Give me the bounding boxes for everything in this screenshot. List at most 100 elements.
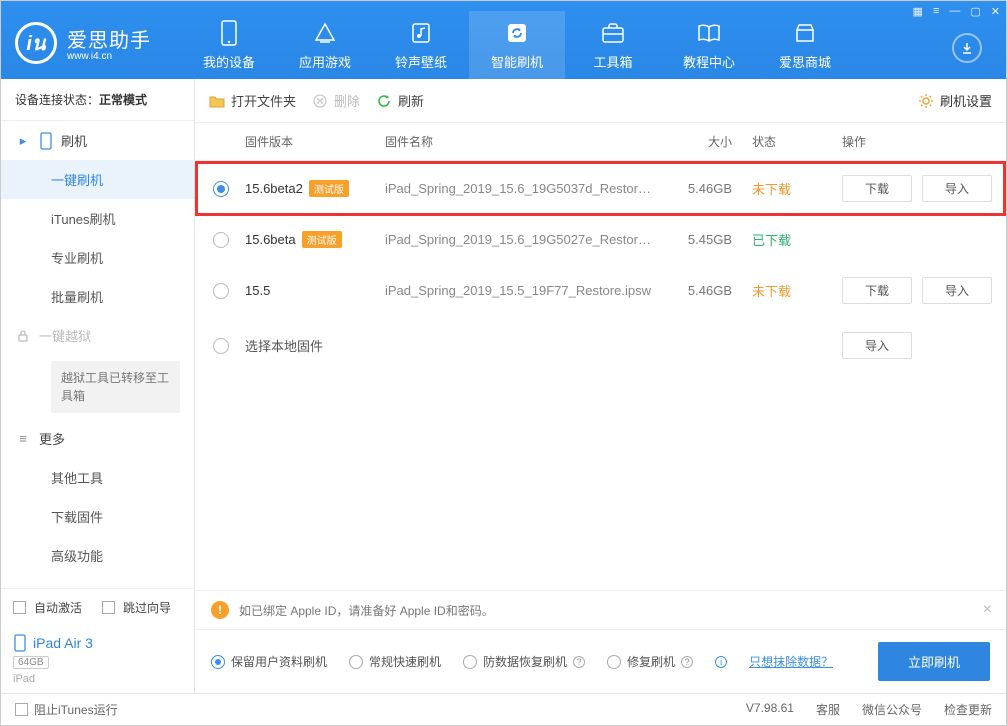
download-icon <box>960 41 974 55</box>
win-minimize-icon[interactable]: — <box>949 5 960 18</box>
sidebar-item-pro[interactable]: 专业刷机 <box>1 238 194 277</box>
sidebar-group-more[interactable]: ≡ 更多 <box>1 419 194 458</box>
toolbox-icon <box>600 20 626 46</box>
firmware-row[interactable]: 15.5iPad_Spring_2019_15.5_19F77_Restore.… <box>195 263 1006 318</box>
opt-normal[interactable]: 常规快速刷机 <box>349 653 441 670</box>
flash-settings-button[interactable]: 刷机设置 <box>918 91 992 110</box>
device-info[interactable]: iPad Air 3 64GB iPad <box>1 626 194 693</box>
download-button[interactable] <box>952 33 982 63</box>
foot-wechat[interactable]: 微信公众号 <box>862 701 922 718</box>
firmware-row[interactable]: 15.6beta测试版iPad_Spring_2019_15.6_19G5027… <box>195 216 1006 263</box>
sidebar-item-download-fw[interactable]: 下载固件 <box>1 497 194 536</box>
import-button[interactable]: 导入 <box>922 175 992 202</box>
nav-label: 爱思商城 <box>779 52 831 71</box>
nav-ringtones[interactable]: 铃声壁纸 <box>373 11 469 79</box>
foot-support[interactable]: 客服 <box>816 701 840 718</box>
sidebar-item-batch[interactable]: 批量刷机 <box>1 277 194 316</box>
nav-toolbox[interactable]: 工具箱 <box>565 11 661 79</box>
help-icon[interactable]: ? <box>681 656 693 668</box>
refresh-button[interactable]: 刷新 <box>376 91 424 110</box>
local-label: 选择本地固件 <box>245 336 662 355</box>
row-filename: iPad_Spring_2019_15.6_19G5027e_Restore.i… <box>385 232 662 247</box>
auto-activate-checkbox[interactable] <box>13 601 26 614</box>
device-small-icon <box>39 132 53 150</box>
row-size: 5.45GB <box>662 232 732 247</box>
music-icon <box>408 20 434 46</box>
nav-apps[interactable]: 应用游戏 <box>277 11 373 79</box>
nav-label: 教程中心 <box>683 52 735 71</box>
sidebar-item-oneclick[interactable]: 一键刷机 <box>1 160 194 199</box>
firmware-row[interactable]: 15.6beta2测试版iPad_Spring_2019_15.6_19G503… <box>195 161 1006 216</box>
group-title: 更多 <box>39 429 65 448</box>
logo-icon: iน <box>15 22 57 64</box>
appleid-info-bar: ! 如已绑定 Apple ID，请准备好 Apple ID和密码。 × <box>195 590 1006 629</box>
nav-tutorials[interactable]: 教程中心 <box>661 11 757 79</box>
apps-icon <box>312 20 338 46</box>
nav-label: 智能刷机 <box>491 52 543 71</box>
connection-status: 设备连接状态：正常模式 <box>1 79 194 121</box>
nav-label: 工具箱 <box>593 52 632 71</box>
import-button[interactable]: 导入 <box>922 277 992 304</box>
folder-icon <box>209 93 225 109</box>
nav-smart-flash[interactable]: 智能刷机 <box>469 11 565 79</box>
app-header: ▦ ≡ — ▢ ✕ iน 爱思助手 www.i4.cn 我的设备 应用游戏 <box>1 1 1006 79</box>
download-button[interactable]: 下载 <box>842 277 912 304</box>
download-button[interactable]: 下载 <box>842 175 912 202</box>
opt-keep-data[interactable]: 保留用户资料刷机 <box>211 653 327 670</box>
delete-button[interactable]: 删除 <box>312 91 360 110</box>
row-radio[interactable] <box>213 338 229 354</box>
foot-update[interactable]: 检查更新 <box>944 701 992 718</box>
local-firmware-row[interactable]: 选择本地固件 导入 <box>195 318 1006 373</box>
row-ops: 下载导入 <box>822 175 992 202</box>
col-name: 固件名称 <box>385 133 662 150</box>
flash-now-button[interactable]: 立即刷机 <box>878 642 990 681</box>
refresh-icon <box>504 20 530 46</box>
status-label: 设备连接状态： <box>15 93 99 107</box>
help-icon[interactable]: ? <box>573 656 585 668</box>
close-info-icon[interactable]: × <box>983 601 992 619</box>
row-radio[interactable] <box>213 232 229 248</box>
more-icon: ≡ <box>15 431 31 447</box>
row-radio[interactable] <box>213 181 229 197</box>
version-text: V7.98.61 <box>746 701 794 718</box>
status-value: 正常模式 <box>99 93 147 107</box>
row-filename: iPad_Spring_2019_15.6_19G5037d_Restore.i… <box>385 181 662 196</box>
win-list-icon[interactable]: ≡ <box>933 5 939 18</box>
toolbar: 打开文件夹 删除 刷新 刷机设置 <box>195 79 1006 123</box>
auto-activate-row: 自动激活 跳过向导 <box>1 589 194 626</box>
jailbreak-note: 越狱工具已转移至工具箱 <box>51 361 180 413</box>
main-panel: 打开文件夹 删除 刷新 刷机设置 固件版本 固件名称 大小 <box>195 79 1006 693</box>
nav-label: 铃声壁纸 <box>395 52 447 71</box>
sidebar-group-flash[interactable]: ▸ 刷机 <box>1 121 194 160</box>
opt-anti-recover[interactable]: 防数据恢复刷机? <box>463 653 585 670</box>
beta-badge: 测试版 <box>309 180 349 197</box>
win-maximize-icon[interactable]: ▢ <box>970 5 980 18</box>
sidebar-group-jailbreak[interactable]: 一键越狱 <box>1 316 194 355</box>
row-version: 15.6beta2测试版 <box>245 180 385 197</box>
col-status: 状态 <box>732 133 822 150</box>
nav-label: 应用游戏 <box>299 52 351 71</box>
row-filename: iPad_Spring_2019_15.5_19F77_Restore.ipsw <box>385 283 662 298</box>
device-type: iPad <box>13 673 182 685</box>
sidebar-item-other[interactable]: 其他工具 <box>1 458 194 497</box>
footer: 阻止iTunes运行 V7.98.61 客服 微信公众号 检查更新 <box>1 693 1006 725</box>
win-close-icon[interactable]: ✕ <box>991 5 1000 18</box>
open-folder-button[interactable]: 打开文件夹 <box>209 91 296 110</box>
skip-guide-checkbox[interactable] <box>102 601 115 614</box>
nav-my-device[interactable]: 我的设备 <box>181 11 277 79</box>
beta-badge: 测试版 <box>302 231 342 248</box>
info-icon[interactable]: i <box>715 656 727 668</box>
block-itunes-checkbox[interactable] <box>15 703 28 716</box>
gear-icon <box>918 93 934 109</box>
refresh-small-icon <box>376 93 392 109</box>
opt-repair[interactable]: 修复刷机? <box>607 653 693 670</box>
row-radio[interactable] <box>213 283 229 299</box>
app-title: 爱思助手 <box>67 24 151 53</box>
group-title: 刷机 <box>61 131 87 150</box>
win-menu-icon[interactable]: ▦ <box>913 5 923 18</box>
sidebar-item-advanced[interactable]: 高级功能 <box>1 536 194 575</box>
nav-store[interactable]: 爱思商城 <box>757 11 853 79</box>
erase-link[interactable]: 只想抹除数据？ <box>749 653 833 670</box>
import-button[interactable]: 导入 <box>842 332 912 359</box>
sidebar-item-itunes[interactable]: iTunes刷机 <box>1 199 194 238</box>
